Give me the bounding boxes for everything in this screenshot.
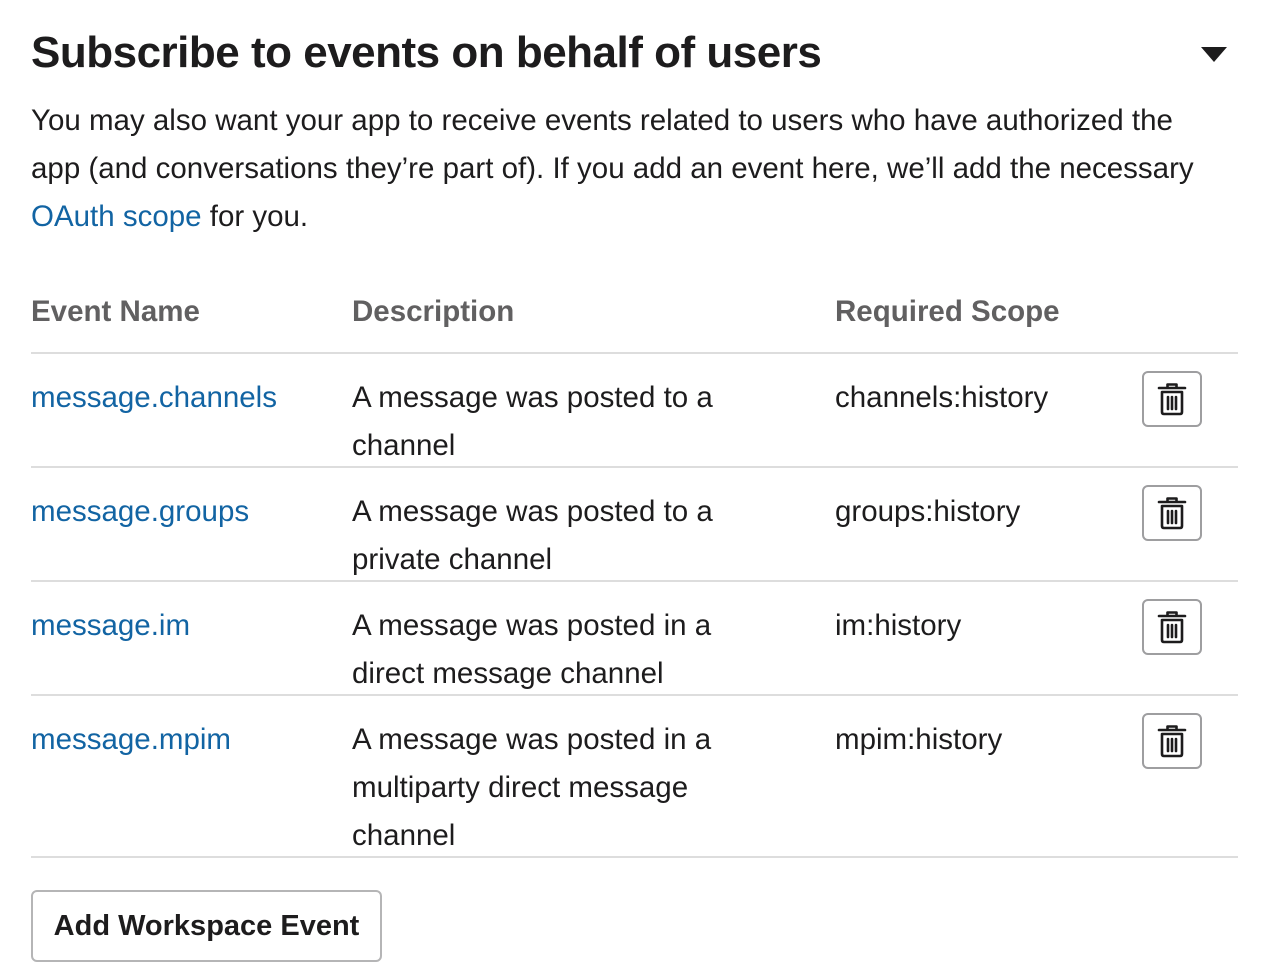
description-text-after: for you. bbox=[201, 200, 309, 233]
add-workspace-event-button[interactable]: Add Workspace Event bbox=[31, 890, 382, 962]
events-table: Event Name Description Required Scope me… bbox=[31, 288, 1238, 858]
section-description: You may also want your app to receive ev… bbox=[31, 97, 1221, 241]
event-scope: channels:history bbox=[835, 381, 1049, 414]
event-description: A message was posted to a channel bbox=[352, 381, 713, 462]
description-text-before: You may also want your app to receive ev… bbox=[31, 104, 1194, 185]
table-row: message.im A message was posted in a dir… bbox=[31, 582, 1238, 696]
table-row: message.channels A message was posted to… bbox=[31, 354, 1238, 468]
section-header: Subscribe to events on behalf of users bbox=[31, 0, 1238, 96]
trash-icon bbox=[1157, 382, 1187, 416]
delete-event-button[interactable] bbox=[1142, 485, 1202, 541]
delete-event-button[interactable] bbox=[1142, 713, 1202, 769]
event-description: A message was posted in a multiparty dir… bbox=[352, 723, 712, 852]
trash-icon bbox=[1157, 724, 1187, 758]
column-header-required-scope: Required Scope bbox=[835, 295, 1060, 328]
event-name-link[interactable]: message.mpim bbox=[31, 716, 231, 764]
trash-icon bbox=[1157, 610, 1187, 644]
event-name-link[interactable]: message.im bbox=[31, 602, 190, 650]
event-scope: groups:history bbox=[835, 495, 1021, 528]
trash-icon bbox=[1157, 496, 1187, 530]
table-row: message.mpim A message was posted in a m… bbox=[31, 696, 1238, 858]
column-header-description: Description bbox=[352, 295, 515, 328]
oauth-scope-link[interactable]: OAuth scope bbox=[31, 200, 202, 233]
delete-event-button[interactable] bbox=[1142, 371, 1202, 427]
delete-event-button[interactable] bbox=[1142, 599, 1202, 655]
event-name-link[interactable]: message.groups bbox=[31, 488, 249, 536]
event-subscription-section: Subscribe to events on behalf of users Y… bbox=[31, 0, 1238, 962]
caret-down-icon[interactable] bbox=[1201, 47, 1227, 62]
event-description: A message was posted in a direct message… bbox=[352, 609, 712, 690]
event-description: A message was posted to a private channe… bbox=[352, 495, 713, 576]
event-name-link[interactable]: message.channels bbox=[31, 374, 277, 422]
table-header: Event Name Description Required Scope bbox=[31, 288, 1238, 354]
table-row: message.groups A message was posted to a… bbox=[31, 468, 1238, 582]
event-scope: mpim:history bbox=[835, 723, 1003, 756]
section-title: Subscribe to events on behalf of users bbox=[31, 28, 822, 77]
column-header-event-name: Event Name bbox=[31, 295, 200, 328]
event-scope: im:history bbox=[835, 609, 962, 642]
